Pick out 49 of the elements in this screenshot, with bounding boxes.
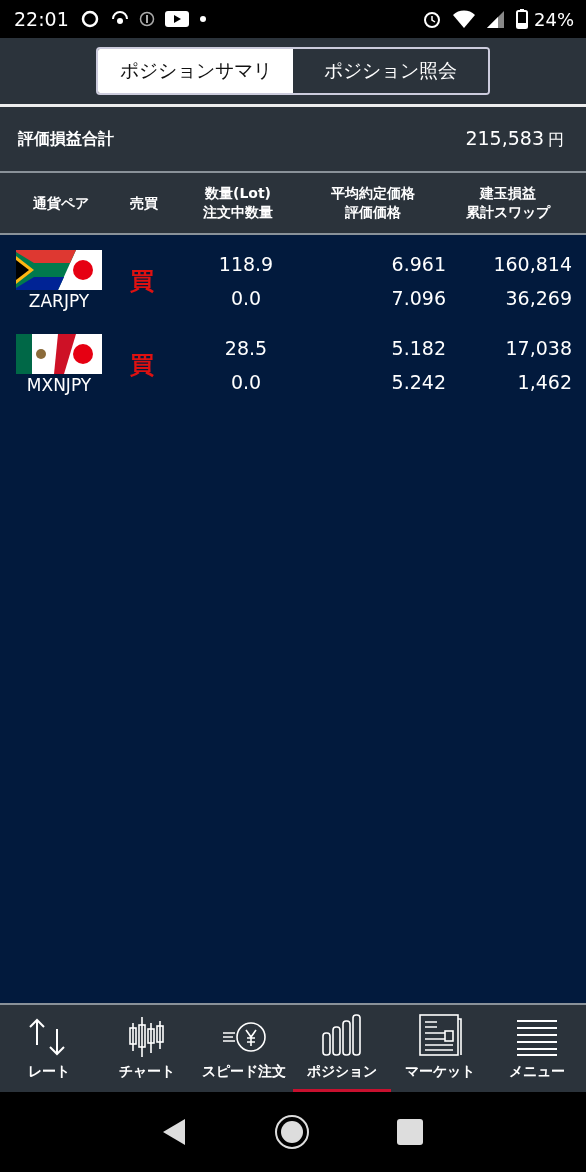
- nav-tab[interactable]: メニュー: [488, 1005, 586, 1092]
- nav-tab[interactable]: レート: [0, 1005, 98, 1092]
- nav-tab[interactable]: チャート: [97, 1005, 196, 1092]
- back-icon[interactable]: [163, 1119, 188, 1145]
- currency-pair: MXNJPY: [26, 374, 92, 396]
- info-icon: [138, 11, 155, 27]
- video-icon: [164, 11, 189, 27]
- table-cell-text: 160,814: [493, 252, 572, 277]
- segment-tab[interactable]: ポジションサマリ: [98, 49, 293, 93]
- dot-icon: [198, 15, 207, 23]
- trade-side: 買: [130, 266, 154, 297]
- table-cell-text: 0.0: [230, 370, 262, 395]
- flag-pair-icon: [16, 334, 102, 374]
- currency-unit: 円: [548, 130, 564, 151]
- nav-tab[interactable]: マーケット: [390, 1005, 489, 1092]
- column-header: 売買: [129, 193, 159, 213]
- battery-icon: [516, 9, 528, 29]
- summary-value: 215,583: [465, 127, 544, 149]
- currency-pair: ZARJPY: [28, 290, 90, 312]
- table-cell-text: 36,269: [505, 286, 572, 311]
- table-cell-text: 5.182: [391, 336, 446, 361]
- column-header: 数量(Lot) 注文中数量: [202, 184, 274, 222]
- summary-label: 評価損益合計: [18, 128, 114, 150]
- table-cell-text: 0.0: [230, 286, 262, 311]
- column-header: 通貨ペア: [32, 193, 90, 213]
- table-cell-text: 5.242: [391, 370, 446, 395]
- table-cell-text: 118.9: [218, 252, 274, 277]
- bar-graph-icon: [320, 1013, 363, 1057]
- column-header: 平均約定価格 評価価格: [330, 184, 416, 222]
- table-cell-text: 17,038: [505, 336, 572, 361]
- candlestick-icon: [126, 1015, 167, 1057]
- home-icon[interactable]: [274, 1114, 310, 1150]
- recents-icon[interactable]: [396, 1119, 423, 1145]
- clock: 22:01: [14, 8, 69, 30]
- menu-icon: [515, 1017, 560, 1057]
- newspaper-icon: [417, 1013, 462, 1057]
- nav-tab[interactable]: スピード注文: [195, 1005, 293, 1092]
- notification-icon: [110, 11, 129, 27]
- table-cell-text: 7.096: [391, 286, 446, 311]
- alarm-icon: [422, 9, 442, 29]
- trade-side: 買: [130, 350, 154, 381]
- signal-icon: [486, 10, 506, 28]
- table-cell-text: 1,462: [517, 370, 572, 395]
- column-header: 建玉損益 累計スワップ: [465, 184, 552, 222]
- battery-level: 24%: [534, 8, 574, 30]
- flag-pair-icon: [16, 250, 102, 290]
- table-cell-text: 28.5: [224, 336, 268, 361]
- wifi-icon: [452, 10, 476, 28]
- table-cell-text: 6.961: [391, 252, 446, 277]
